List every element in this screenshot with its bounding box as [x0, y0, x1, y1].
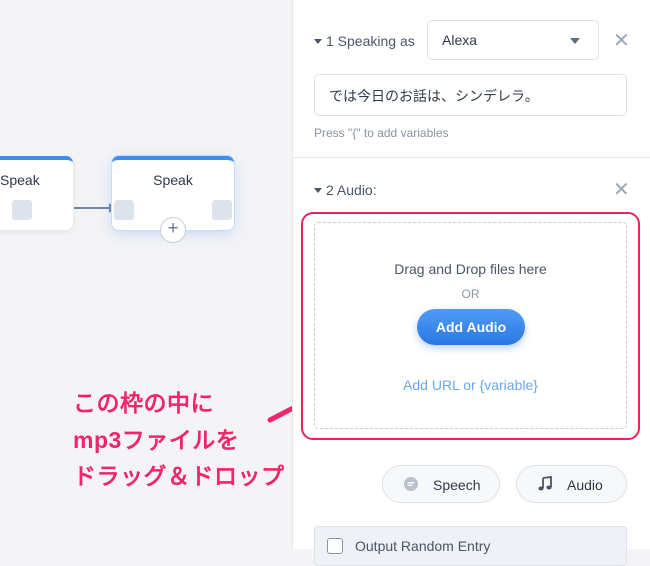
music-note-icon [537, 475, 553, 495]
add-url-link[interactable]: Add URL or {variable} [315, 377, 626, 393]
step-2-label[interactable]: 2 Audio: [314, 182, 377, 198]
node-output-port[interactable] [212, 200, 232, 220]
node-title: Speak [153, 172, 193, 188]
speech-text-input[interactable]: では今日のお話は、シンデレラ。 [314, 74, 627, 116]
close-icon[interactable]: ✕ [613, 180, 630, 200]
chevron-down-icon [570, 38, 580, 44]
output-random-checkbox[interactable] [327, 538, 343, 554]
step-editor-panel: 1 Speaking as Alexa ✕ では今日のお話は、シンデレラ。 Pr… [292, 0, 650, 566]
flow-canvas[interactable]: Speak + Speak + この枠の中に mp3ファイルを ドラッグ＆ドロッ… [0, 0, 292, 549]
audio-button-label: Audio [567, 477, 603, 493]
dropzone-title: Drag and Drop files here [394, 261, 547, 277]
annotation-line-3: ドラッグ＆ドロップ [73, 463, 285, 489]
output-random-label: Output Random Entry [355, 538, 491, 554]
add-speech-button[interactable]: Speech [382, 465, 500, 503]
add-step-button[interactable]: + [160, 217, 186, 243]
close-icon[interactable]: ✕ [613, 31, 630, 51]
annotation-line-1: この枠の中に [73, 390, 214, 416]
node-connector-line [74, 203, 116, 213]
speak-step-section: 1 Speaking as Alexa ✕ では今日のお話は、シンデレラ。 Pr… [293, 0, 650, 158]
collapse-caret-icon[interactable] [314, 38, 322, 44]
voice-select-value: Alexa [442, 32, 478, 48]
speak-node-partial[interactable]: Speak + [0, 156, 73, 230]
speech-button-label: Speech [433, 477, 481, 493]
output-random-entry[interactable]: Output Random Entry [314, 526, 627, 566]
dropzone-or: OR [461, 287, 480, 301]
node-input-port[interactable] [114, 200, 134, 220]
voice-select[interactable]: Alexa [427, 20, 599, 60]
collapse-caret-icon[interactable] [314, 187, 322, 193]
add-audio-button[interactable]: Add Audio [417, 309, 525, 345]
add-audio-step-button[interactable]: Audio [516, 465, 627, 503]
speak-node-selected[interactable]: Speak + [112, 156, 234, 243]
variables-hint: Press "{" to add variables [314, 126, 449, 140]
node-output-port[interactable] [12, 200, 32, 220]
step-1-label[interactable]: 1 Speaking as [314, 33, 415, 49]
audio-dropzone[interactable]: Drag and Drop files here OR Add Audio Ad… [314, 222, 627, 429]
annotation-line-2: mp3ファイルを [73, 427, 240, 453]
speech-bubble-icon [403, 476, 419, 495]
node-title: Speak [0, 172, 40, 188]
